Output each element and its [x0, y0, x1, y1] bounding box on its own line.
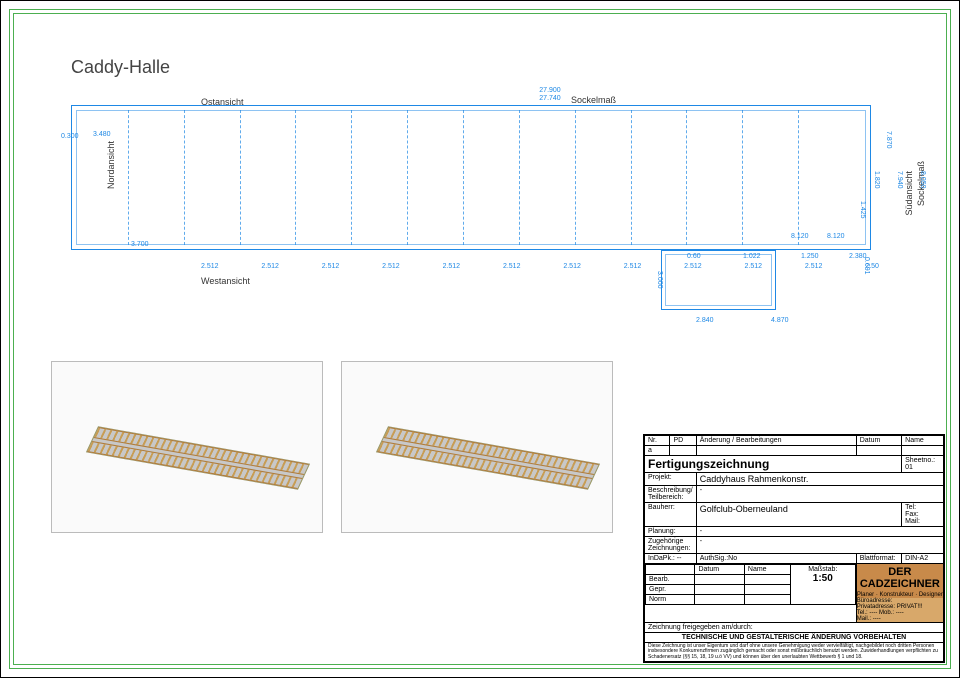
company-name: DER CADZEICHNER [857, 564, 943, 592]
dim-bay: 2.512 [382, 263, 400, 270]
dim-rv4: 7.940 [896, 171, 903, 189]
dim-bay: 2.512 [201, 263, 219, 270]
planner-label: Planung: [645, 526, 697, 536]
dim-wing-gap: 0.691 [863, 257, 870, 275]
rev-col-nr: Nr. [645, 435, 670, 445]
client-label: Bauherr: [645, 502, 697, 526]
dim-rh5: 1.250 [801, 253, 819, 260]
dim-bay: 2.512 [624, 263, 642, 270]
floor-plan [71, 105, 871, 250]
rev-col-change: Änderung / Bearbeitungen [696, 435, 856, 445]
render-view-1 [51, 361, 323, 533]
dim-bottom-row: 2.512 2.512 2.512 2.512 2.512 2.512 2.51… [201, 263, 879, 270]
revision-header-row: Nr. PD Änderung / Bearbeitungen Datum Na… [645, 435, 944, 445]
dim-bay: 2.512 [745, 263, 763, 270]
dim-bay: 2.512 [261, 263, 279, 270]
meta-block: DatumName Maßstab:1:50 Bearb. Gepr. Norm [645, 563, 857, 622]
dim-wing-right: 4.870 [771, 317, 789, 324]
dim-wing-h: 3.000 [656, 271, 663, 289]
dim-wing-left: 2.840 [696, 317, 714, 324]
dim-bay: 2.512 [322, 263, 340, 270]
description-value: - [696, 485, 943, 502]
drawing-sheet: Caddy-Halle Ostansicht Westansicht Norda… [0, 0, 960, 678]
project-name: Caddyhaus Rahmenkonstr. [696, 472, 943, 485]
dim-bay: 2.512 [805, 263, 823, 270]
related-label: Zugehörige Zeichnungen: [645, 536, 697, 553]
description-label: Beschreibung/ Teilbereich: [645, 485, 697, 502]
sheet-number: Sheetno.: 01 [902, 455, 944, 472]
dim-bay: 2.512 [443, 263, 461, 270]
drawing-title: Caddy-Halle [71, 57, 170, 78]
drawing-type: Fertigungszeichnung [645, 455, 902, 472]
related-value: - [696, 536, 943, 553]
dim-rv5: 8.050 [919, 171, 926, 189]
rev-col-pd: PD [670, 435, 696, 445]
title-block: Nr. PD Änderung / Bearbeitungen Datum Na… [643, 434, 945, 664]
dim-inner-width: 27.740 [251, 95, 849, 102]
dim-bay: 2.512 [684, 263, 702, 270]
dim-bay: 2.512 [563, 263, 581, 270]
indapk-label: InDaPk.: -- [645, 553, 697, 563]
rev-col-name: Name [902, 435, 944, 445]
format-value: DIN-A2 [902, 553, 944, 563]
planner-value: - [696, 526, 943, 536]
project-label: Projekt: [645, 472, 697, 485]
company-block: DER CADZEICHNER Planer · Konstrukteur · … [856, 563, 943, 622]
label-south-view: Südansicht [904, 171, 914, 216]
dim-bay: 2.512 [503, 263, 521, 270]
dim-rv3: 7.870 [885, 131, 892, 149]
rev-col-date: Datum [856, 435, 901, 445]
dim-overall-width: 27.900 [251, 87, 849, 94]
authsig: AuthSig.:No [696, 553, 856, 563]
label-west-view: Westansicht [201, 276, 250, 286]
release-label: Zeichnung freigegeben am/durch: [645, 622, 944, 632]
disclaimer-text: Diese Zeichnung ist unser Eigentum und d… [645, 642, 944, 662]
floor-plan-wing [661, 250, 776, 310]
revision-row: a [645, 445, 944, 455]
change-reserve: TECHNISCHE UND GESTALTERISCHE ÄNDERUNG V… [645, 632, 944, 642]
client-contact: Tel: Fax: Mail: [902, 502, 944, 526]
render-view-2 [341, 361, 613, 533]
format-label: Blattformat: [856, 553, 901, 563]
client-name: Golfclub-Oberneuland [696, 502, 901, 526]
dim-rv2: 1.820 [873, 171, 880, 189]
